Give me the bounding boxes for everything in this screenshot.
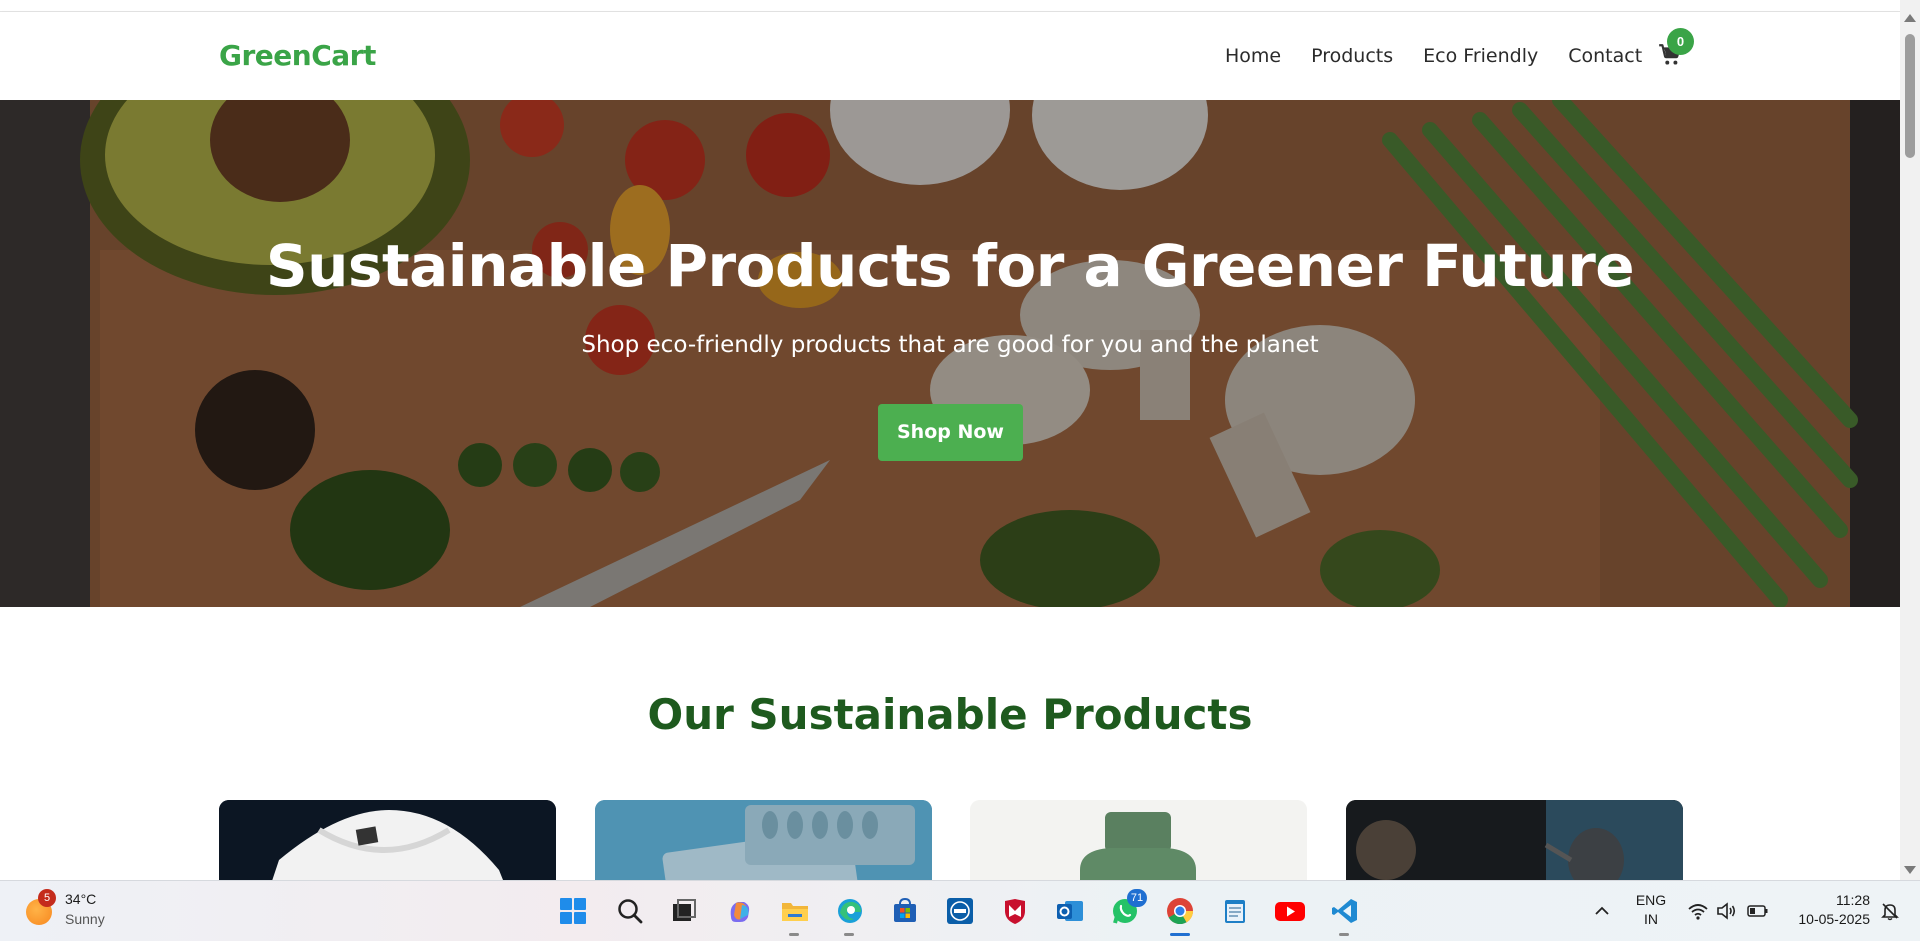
main-nav: Home Products Eco Friendly Contact	[1225, 45, 1642, 67]
scroll-down-icon[interactable]	[1904, 866, 1916, 874]
volume-icon[interactable]	[1710, 895, 1742, 927]
nav-home[interactable]: Home	[1225, 45, 1281, 67]
product-card-kettle[interactable]	[1346, 800, 1683, 880]
scroll-thumb[interactable]	[1905, 34, 1915, 158]
nav-products[interactable]: Products	[1311, 45, 1393, 67]
nav-contact[interactable]: Contact	[1568, 45, 1642, 67]
product-card-pills[interactable]	[595, 800, 932, 880]
mcafee-shield-icon[interactable]	[999, 895, 1031, 927]
vscode-running-indicator	[1339, 933, 1349, 936]
vscode-icon[interactable]	[1329, 895, 1361, 927]
explorer-running-indicator	[789, 933, 799, 936]
dell-app-icon[interactable]	[944, 895, 976, 927]
youtube-icon[interactable]	[1274, 895, 1306, 927]
clock-time[interactable]: 11:28	[1780, 892, 1870, 908]
tshirt-image	[219, 800, 556, 880]
microsoft-store-icon[interactable]	[889, 895, 921, 927]
battery-icon[interactable]	[1742, 895, 1774, 927]
language-indicator-line2[interactable]: IN	[1630, 911, 1672, 927]
weather-temperature[interactable]: 34°C	[65, 891, 96, 907]
bottle-image	[970, 800, 1307, 880]
top-border	[0, 0, 1900, 12]
weather-badge: 5	[38, 889, 56, 907]
task-view-icon[interactable]	[668, 895, 700, 927]
edge-browser-icon[interactable]	[834, 895, 866, 927]
weather-condition[interactable]: Sunny	[65, 911, 105, 927]
kettle-image	[1346, 800, 1683, 880]
windows-start-icon[interactable]	[557, 895, 589, 927]
cart-count-badge: 0	[1667, 28, 1694, 55]
windows-taskbar: 5 34°C Sunny 71 ENG IN 11:28 10-05-2025	[0, 880, 1920, 941]
hero-banner: Sustainable Products for a Greener Futur…	[0, 100, 1900, 607]
hero-title: Sustainable Products for a Greener Futur…	[265, 232, 1635, 300]
pills-image	[595, 800, 932, 880]
browser-viewport: GreenCart Home Products Eco Friendly Con…	[0, 0, 1900, 880]
notepad-icon[interactable]	[1219, 895, 1251, 927]
chrome-active-indicator	[1170, 933, 1190, 936]
site-logo[interactable]: GreenCart	[219, 39, 376, 72]
scroll-up-icon[interactable]	[1904, 14, 1916, 22]
search-icon[interactable]	[614, 895, 646, 927]
language-indicator-line1[interactable]: ENG	[1630, 892, 1672, 908]
hero-subtitle: Shop eco-friendly products that are good…	[581, 332, 1319, 358]
edge-running-indicator	[844, 933, 854, 936]
chevron-up-icon[interactable]	[1586, 895, 1618, 927]
whatsapp-unread-badge: 71	[1127, 889, 1147, 907]
page-scrollbar-track[interactable]	[1900, 0, 1920, 880]
product-card-tshirt[interactable]	[219, 800, 556, 880]
clock-date[interactable]: 10-05-2025	[1780, 911, 1870, 927]
outlook-icon[interactable]	[1054, 895, 1086, 927]
copilot-icon[interactable]	[724, 895, 756, 927]
product-card-bottle[interactable]	[970, 800, 1307, 880]
notification-bell-icon[interactable]	[1874, 895, 1906, 927]
nav-eco-friendly[interactable]: Eco Friendly	[1423, 45, 1538, 67]
file-explorer-icon[interactable]	[779, 895, 811, 927]
products-heading: Our Sustainable Products	[647, 690, 1253, 739]
site-header: GreenCart Home Products Eco Friendly Con…	[0, 12, 1900, 100]
shop-now-button[interactable]: Shop Now	[878, 404, 1023, 461]
chrome-browser-icon[interactable]	[1164, 895, 1196, 927]
